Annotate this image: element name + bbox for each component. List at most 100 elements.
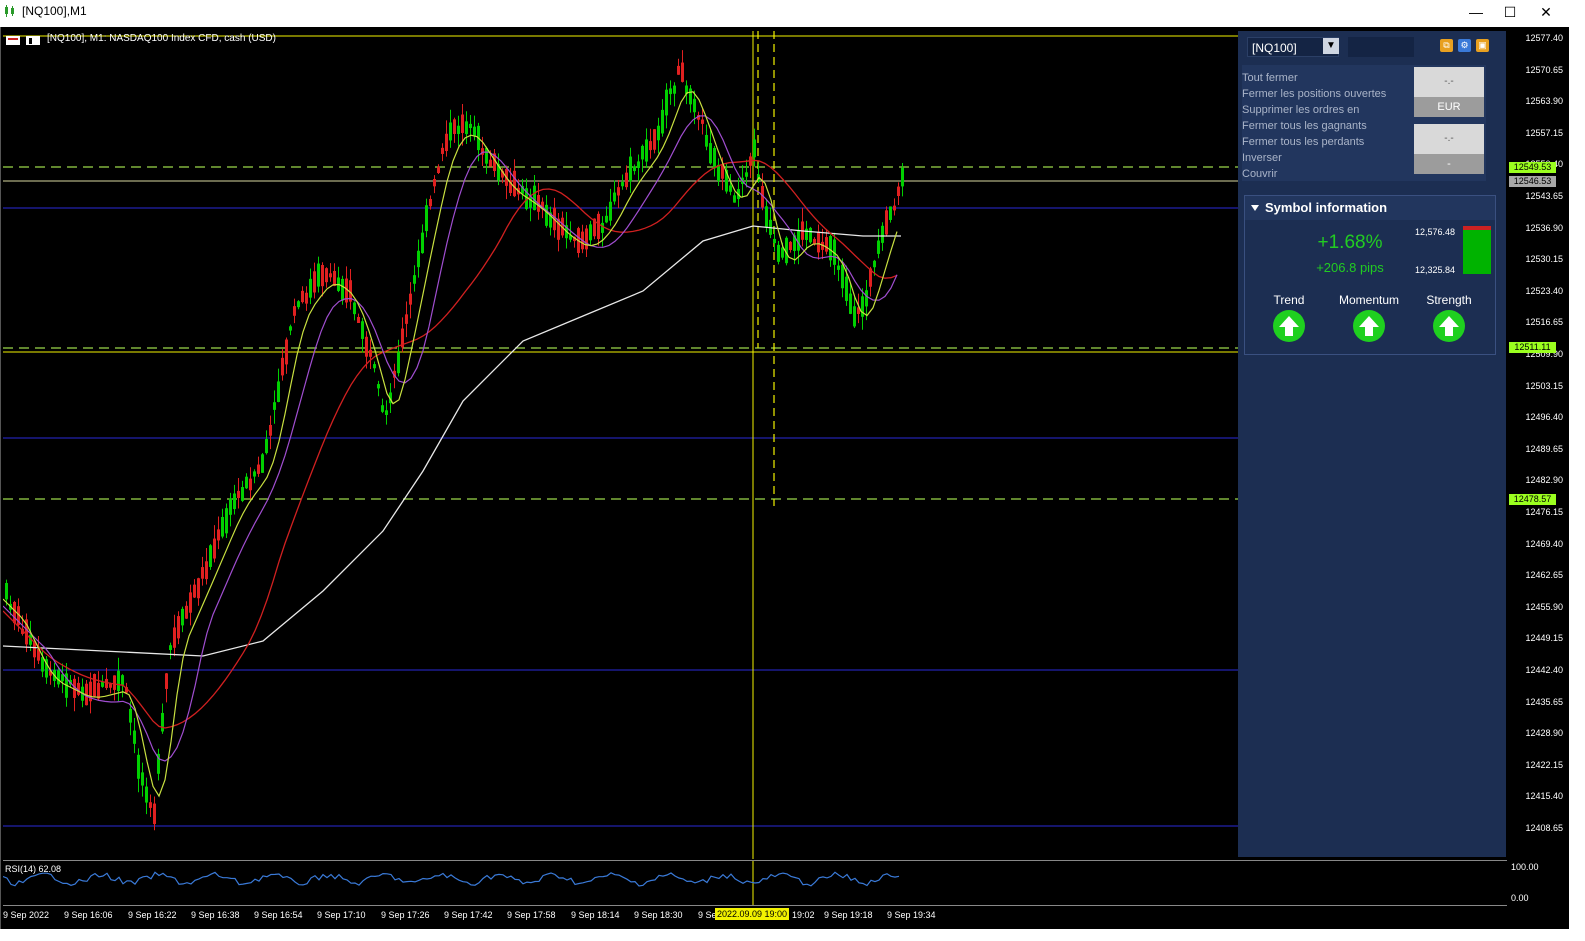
change-pips: +206.8 pips [1316,260,1384,275]
candle-body [121,675,124,686]
candle-body [249,478,252,491]
candle-body [417,250,420,268]
candle-body [777,244,780,262]
chart-type-icon[interactable] [6,35,42,46]
candle-body [585,228,588,250]
action-close-open-positions[interactable]: Fermer les positions ouvertes [1242,88,1386,100]
candle-body [889,206,892,220]
candle-body [433,179,436,187]
candle-body [201,567,204,579]
candle-body [381,405,384,412]
window-title: [NQ100],M1 [22,4,87,18]
action-hedge[interactable]: Couvrir [1242,168,1277,180]
candle-body [261,454,264,473]
candle-body [717,164,720,181]
sell-button[interactable]: -.- [1414,67,1484,97]
candle-body [277,381,280,402]
candle-body [429,198,432,207]
candle-body [885,210,888,235]
crosshair-time-label: 2022.09.09 19:00 [715,908,790,920]
action-close-winners[interactable]: Fermer tous les gagnants [1242,120,1367,132]
time-axis-label: 9 Sep 17:10 [317,910,366,920]
pivot-label: R 1 [923,670,942,684]
trade-panel: [NQ100] ▼ ⧉ ⚙ ▣ Tout fermer Fermer les p… [1238,31,1506,857]
candle-body [701,119,704,124]
price-axis-label: 12543.65 [1525,191,1563,201]
candle-body [709,143,712,164]
candlestick-app-icon [5,5,14,17]
action-close-all[interactable]: Tout fermer [1242,72,1298,84]
candle-body [329,273,332,278]
candle-body [753,139,756,158]
price-axis-label: 12516.65 [1525,317,1563,328]
price-axis-label: 12415.40 [1525,791,1563,802]
candle-body [681,62,684,82]
price-axis-label: 12449.15 [1525,633,1563,644]
candle-body [621,182,624,187]
action-reverse[interactable]: Inverser [1242,152,1282,164]
candle-body [361,321,364,339]
candle-body [589,224,592,241]
action-close-losers[interactable]: Fermer tous les perdants [1242,136,1364,148]
price-axis-label: 12422.15 [1525,759,1563,770]
strength-label: Strength [1426,293,1472,307]
candle-body [97,682,100,699]
price-axis-label: 12408.65 [1525,823,1563,833]
momentum-label: Momentum [1338,293,1400,307]
candle-body [665,89,668,116]
candle-body [153,803,156,825]
candle-body [213,538,216,559]
candle-body [197,578,200,599]
candle-body [177,616,180,639]
candle-body [825,237,828,252]
candle-body [305,292,308,304]
time-axis[interactable]: 9 Sep 19:34 9 Sep 19:18 19:02 9 Se 9 Sep 18:… [1,906,1569,926]
candle-body [413,275,416,284]
candle-body [93,674,96,697]
lot-input[interactable] [1348,37,1414,57]
candle-body [893,205,896,211]
copy-icon[interactable]: ⧉ [1440,39,1453,52]
candle-body [841,264,844,289]
price-axis[interactable]: 12577.4012570.6512563.9012557.1512550.40… [1507,31,1569,859]
candle-body [253,471,256,477]
close-button[interactable]: ✕ [1526,0,1566,24]
candle-body [805,228,808,240]
day-high: 12,576.48 [1415,227,1456,237]
candle-body [373,364,376,369]
day-low: 12,325.84 [1415,265,1456,275]
rsi-label: RSI(14) 62.08 [5,864,62,874]
candle-body [169,645,172,650]
time-axis-label: 9 Se [698,910,717,920]
candle-body [461,114,464,133]
time-axis-label: 9 Sep 16:54 [254,910,303,920]
collapse-triangle-icon[interactable] [1251,205,1259,211]
price-axis-label: 12530.15 [1525,254,1563,265]
maximize-button[interactable]: ☐ [1490,0,1530,24]
candle-body [397,352,400,374]
candle-body [633,166,636,172]
trend-arrow-up-icon [1273,310,1305,342]
symbol-information-header[interactable]: Symbol information [1245,196,1495,220]
chevron-down-icon[interactable]: ▼ [1323,38,1339,54]
buy-button[interactable]: -.- [1414,124,1484,154]
candle-body [445,133,448,152]
rsi-subwindow[interactable]: RSI(14) 62.08 100.00 0.00 [3,860,1539,906]
candle-body [325,268,328,283]
candle-body [301,290,304,303]
action-delete-orders[interactable]: Supprimer les ordres en [1242,104,1359,116]
candle-body [437,166,440,174]
candle-body [205,561,208,580]
gear-icon[interactable]: ⚙ [1458,39,1471,52]
symbol-information-title: Symbol information [1265,200,1388,215]
candle-body [789,241,792,251]
price-axis-label: 12469.40 [1525,538,1563,549]
expand-icon[interactable]: ▣ [1476,39,1489,52]
time-axis-label: 9 Sep 18:14 [571,910,620,920]
candle-body [773,238,776,244]
candle-body [257,464,260,474]
candle-body [129,708,132,723]
rsi-axis-max: 100.00 [1511,862,1539,872]
candle-body [617,187,620,196]
candle-body [317,263,320,287]
